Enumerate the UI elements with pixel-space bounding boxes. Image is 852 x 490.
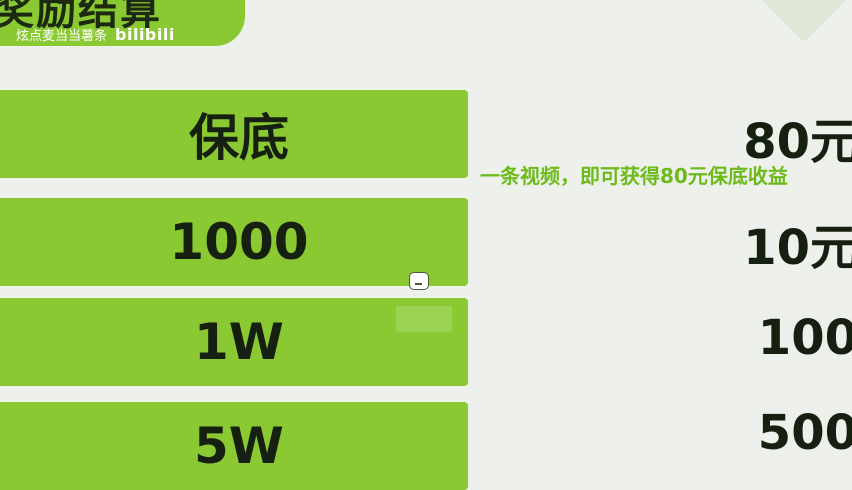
video-watermark: 炫点麦当当薯条 bilibili xyxy=(16,25,175,44)
tier-label: 5W xyxy=(194,417,284,475)
tier-cell-3: 5W xyxy=(0,402,468,490)
bilibili-logo: bilibili xyxy=(115,25,175,44)
tier-value-3: 500 xyxy=(757,405,852,461)
corner-decoration xyxy=(761,0,847,43)
tier-cell-0: 保底 xyxy=(0,90,468,178)
tier-value-2: 100 xyxy=(757,310,852,366)
mouse-cursor-icon xyxy=(409,272,429,290)
faded-overlay xyxy=(396,306,452,332)
tier-label: 保底 xyxy=(189,109,289,167)
tier-label: 1000 xyxy=(169,213,309,271)
tier-value-1: 10元 xyxy=(743,220,852,276)
watermark-text: 炫点麦当当薯条 xyxy=(16,29,108,44)
subtitle-caption: 一条视频，即可获得80元保底收益 xyxy=(480,164,788,188)
tier-cell-1: 1000 xyxy=(0,198,468,286)
tier-label: 1W xyxy=(194,313,284,371)
